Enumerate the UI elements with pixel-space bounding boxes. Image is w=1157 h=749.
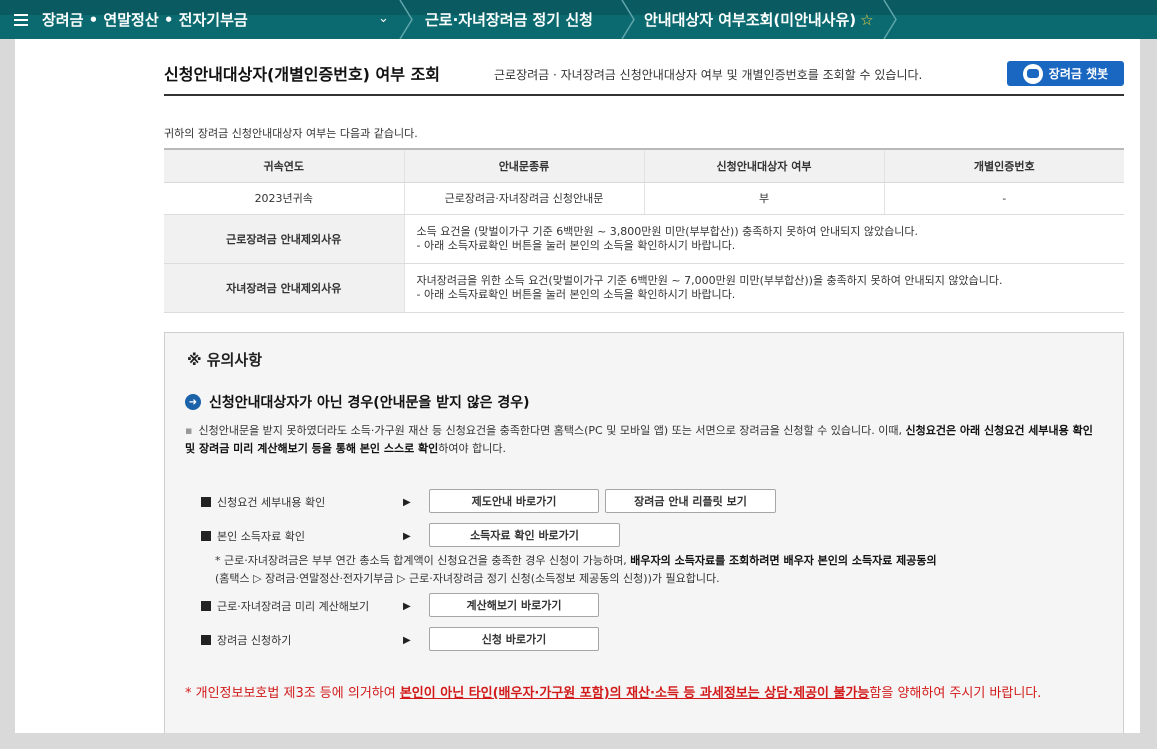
warning-emphasis: 본인이 아닌 타인(배우자·가구원 포함)의 재산·소득 등 과세정보는 상담·… [399, 686, 870, 701]
page-header: 신청안내대상자(개별인증번호) 여부 조회 근로장려금 · 자녀장려금 신청안내… [164, 61, 1124, 96]
square-bullet-icon [201, 635, 211, 645]
result-intro-text: 귀하의 장려금 신청안내대상자 여부는 다음과 같습니다. [164, 127, 418, 140]
note-text: * 근로·자녀장려금은 부부 연간 총소득 합계액이 신청요건을 충족한 경우 … [215, 554, 631, 567]
notice-subtitle-text: 신청안내대상자가 아닌 경우(안내문을 받지 않은 경우) [209, 395, 530, 411]
table-row-earned-reason: 근로장려금 안내제외사유 소득 요건을 (맞벌이가구 기준 6백만원 ~ 3,8… [164, 214, 1124, 264]
calculate-button[interactable]: 계산해보기 바로가기 [429, 593, 599, 617]
square-bullet-icon [201, 601, 211, 611]
note-text-2: (홈택스 ▷ 장려금·연말정산·전자기부금 ▷ 근로·자녀장려금 정기 신청(소… [215, 572, 720, 585]
action-label: 장려금 신청하기 [217, 634, 292, 647]
table-header-row: 귀속연도 안내문종류 신청안내대상자 여부 개별인증번호 [164, 148, 1124, 183]
reason-line: 소득 요건을 (맞벌이가구 기준 6백만원 ~ 3,800만원 미만(부부합산)… [416, 224, 919, 238]
chatbot-label: 장려금 챗봇 [1048, 67, 1109, 81]
action-row-apply: 장려금 신청하기 ▶ [201, 628, 441, 652]
breadcrumb-label[interactable]: 근로·자녀장려금 정기 신청 [425, 9, 593, 30]
notice-body: ▪ 신청안내문을 받지 못하였더라도 소득·가구원 재산 등 신청요건을 충족한다… [185, 422, 1100, 458]
nav-menu-category[interactable]: 장려금 • 연말정산 • 전자기부금 [14, 0, 248, 39]
chevron-down-icon[interactable]: ⌄ [378, 11, 389, 26]
bullet-icon: ▪ [185, 424, 193, 437]
action-label: 신청요건 세부내용 확인 [217, 496, 326, 509]
privacy-warning: * 개인정보보호법 제3조 등에 의거하여 본인이 아닌 타인(배우자·가구원 … [185, 684, 1105, 703]
reason-line: 자녀장려금을 위한 소득 요건(맞벌이가구 기준 6백만원 ~ 7,000만원 … [416, 273, 1003, 287]
system-guide-button[interactable]: 제도안내 바로가기 [429, 489, 599, 513]
hamburger-menu-icon[interactable] [14, 11, 28, 29]
breadcrumb-separator-icon [618, 0, 638, 39]
arrow-right-icon: ▶ [403, 600, 411, 612]
arrow-circle-icon: ➜ [185, 394, 201, 410]
table-row-child-reason: 자녀장려금 안내제외사유 자녀장려금을 위한 소득 요건(맞벌이가구 기준 6백… [164, 263, 1124, 313]
column-header: 안내문종류 [404, 148, 645, 183]
square-bullet-icon [201, 531, 211, 541]
content-panel: 신청안내대상자(개별인증번호) 여부 조회 근로장려금 · 자녀장려금 신청안내… [15, 39, 1140, 733]
square-bullet-icon [201, 497, 211, 507]
page-title: 신청안내대상자(개별인증번호) 여부 조회 [164, 65, 441, 84]
breadcrumb-separator-icon [880, 0, 900, 39]
action-row-income: 본인 소득자료 확인 ▶ [201, 524, 441, 548]
column-header: 신청안내대상자 여부 [644, 148, 885, 183]
arrow-right-icon: ▶ [403, 530, 411, 542]
breadcrumb-current-label: 안내대상자 여부조회(미안내사유) [644, 11, 857, 29]
reason-text-child: 자녀장려금을 위한 소득 요건(맞벌이가구 기준 6백만원 ~ 7,000만원 … [404, 263, 1124, 313]
table-row: 2023년귀속 근로장려금·자녀장려금 신청안내문 부 - [164, 182, 1124, 215]
breadcrumb-item-current-page[interactable]: 안내대상자 여부조회(미안내사유) ☆ [644, 0, 874, 39]
breadcrumb-item-regular-application[interactable]: 근로·자녀장려금 정기 신청 [425, 0, 593, 39]
table-cell-year: 2023년귀속 [164, 182, 405, 215]
column-header: 귀속연도 [164, 148, 405, 183]
favorite-star-icon[interactable]: ☆ [860, 11, 873, 29]
robot-icon [1022, 63, 1043, 84]
notice-body-text: 신청안내문을 받지 못하였더라도 소득·가구원 재산 등 신청요건을 충족한다면… [198, 424, 906, 437]
notice-subtitle: ➜ 신청안내대상자가 아닌 경우(안내문을 받지 않은 경우) [185, 392, 530, 412]
column-header: 개별인증번호 [884, 148, 1124, 183]
result-table: 귀속연도 안내문종류 신청안내대상자 여부 개별인증번호 2023년귀속 근로장… [164, 148, 1124, 313]
action-row-calculate: 근로·자녀장려금 미리 계산해보기 ▶ [201, 594, 441, 618]
arrow-right-icon: ▶ [403, 496, 411, 508]
income-check-button[interactable]: 소득자료 확인 바로가기 [429, 523, 620, 547]
arrow-right-icon: ▶ [403, 634, 411, 646]
notice-box: ※ 유의사항 ➜ 신청안내대상자가 아닌 경우(안내문을 받지 않은 경우) ▪… [164, 332, 1124, 733]
action-row-requirements: 신청요건 세부내용 확인 ▶ [201, 490, 441, 514]
table-cell-target-status: 부 [644, 182, 885, 215]
action-label: 근로·자녀장려금 미리 계산해보기 [217, 600, 370, 613]
reason-text-earned: 소득 요건을 (맞벌이가구 기준 6백만원 ~ 3,800만원 미만(부부합산)… [404, 214, 1124, 264]
action-label: 본인 소득자료 확인 [217, 530, 305, 543]
notice-title: ※ 유의사항 [187, 351, 263, 369]
top-nav-bar: 장려금 • 연말정산 • 전자기부금 ⌄ 근로·자녀장려금 정기 신청 안내대상… [0, 0, 1157, 39]
note-emphasis: 배우자의 소득자료를 조회하려면 배우자 본인의 소득자료 제공동의 [630, 554, 937, 567]
notice-body-tail: 하여야 합니다. [438, 442, 506, 455]
table-cell-auth-number: - [884, 182, 1124, 215]
breadcrumb-separator-icon [396, 0, 416, 39]
page-description: 근로장려금 · 자녀장려금 신청안내대상자 여부 및 개별인증번호를 조회할 수… [494, 68, 923, 82]
reason-label-earned: 근로장려금 안내제외사유 [164, 214, 405, 264]
reason-line: - 아래 소득자료확인 버튼을 눌러 본인의 소득을 확인하시기 바랍니다. [416, 287, 736, 301]
table-cell-notice-type: 근로장려금·자녀장려금 신청안내문 [404, 182, 645, 215]
income-note: * 근로·자녀장려금은 부부 연간 총소득 합계액이 신청요건을 충족한 경우 … [215, 552, 1105, 588]
apply-button[interactable]: 신청 바로가기 [429, 627, 599, 651]
reason-line: - 아래 소득자료확인 버튼을 눌러 본인의 소득을 확인하시기 바랍니다. [416, 238, 736, 252]
warning-text-tail: 함을 양해하여 주시기 바랍니다. [869, 686, 1042, 701]
warning-text: * 개인정보보호법 제3조 등에 의거하여 [185, 686, 400, 701]
chatbot-button[interactable]: 장려금 챗봇 [1007, 61, 1124, 86]
nav-category-label[interactable]: 장려금 • 연말정산 • 전자기부금 [42, 9, 248, 30]
leaflet-button[interactable]: 장려금 안내 리플릿 보기 [605, 489, 776, 513]
reason-label-child: 자녀장려금 안내제외사유 [164, 263, 405, 313]
